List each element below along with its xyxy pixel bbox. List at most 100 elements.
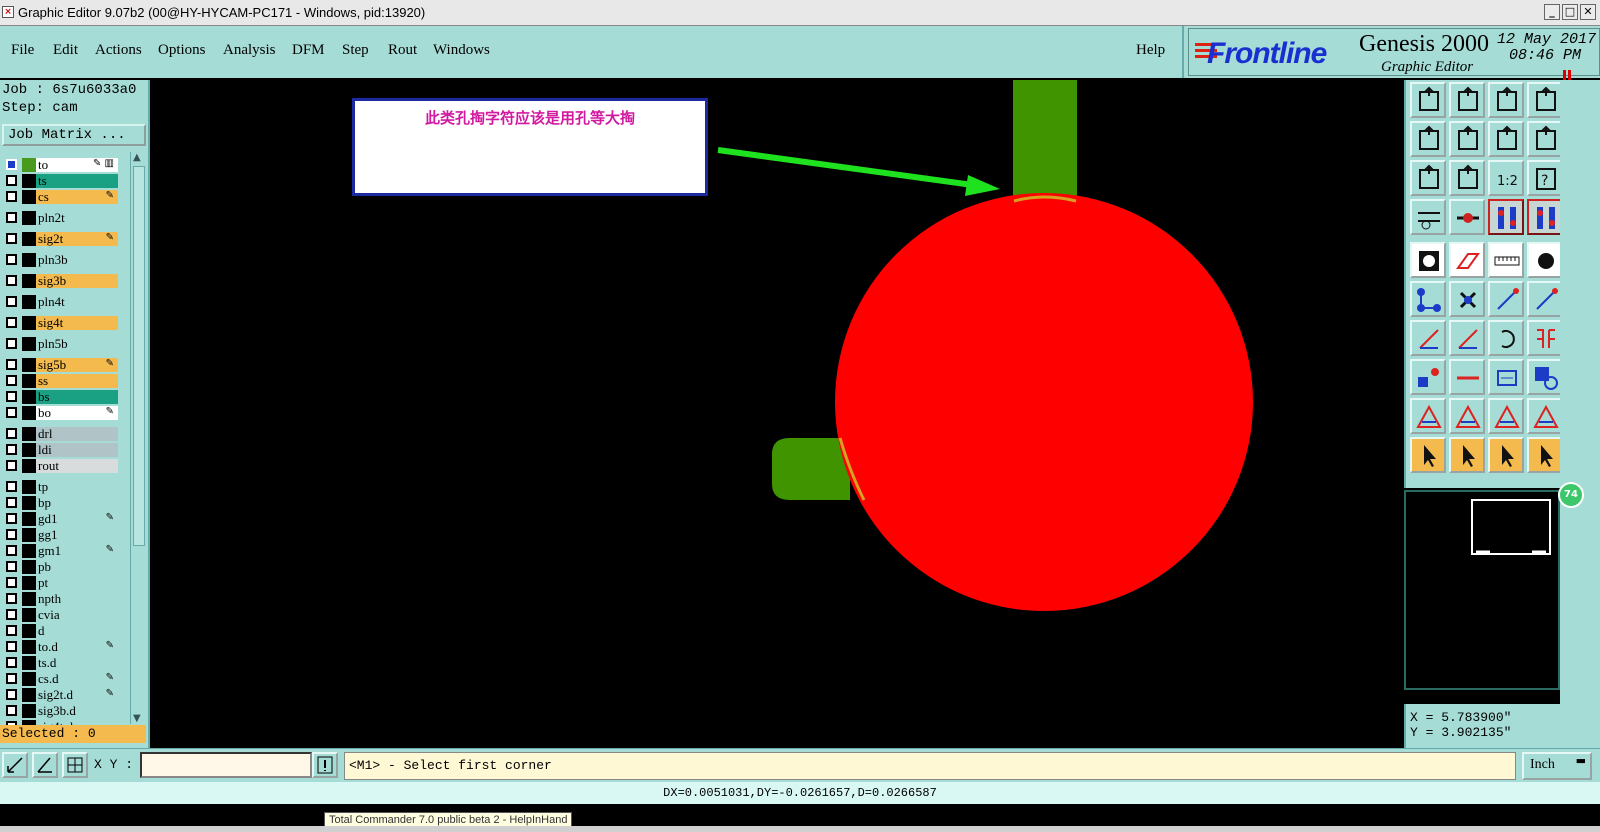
layer-color-swatch[interactable] — [22, 211, 36, 225]
layer-row[interactable]: rout — [2, 459, 120, 473]
layer-color-swatch[interactable] — [22, 512, 36, 526]
layer-name[interactable]: gm1 ✎ — [36, 544, 118, 558]
layer-color-swatch[interactable] — [22, 374, 36, 388]
layer-checkbox[interactable] — [6, 175, 17, 186]
layer-checkbox[interactable] — [6, 577, 17, 588]
zoom-fit-tool-button[interactable] — [1449, 160, 1485, 196]
layer-color-swatch[interactable] — [22, 253, 36, 267]
layer-name[interactable]: gg1 — [36, 528, 118, 542]
layer-name[interactable]: gd1 ✎ — [36, 512, 118, 526]
layer-row[interactable]: bs — [2, 390, 120, 404]
layer-checkbox[interactable] — [6, 191, 17, 202]
layer-checkbox[interactable] — [6, 481, 17, 492]
layer-name[interactable]: ldi — [36, 443, 118, 457]
layer-name[interactable]: cs ✎ — [36, 190, 118, 204]
pointer-2-tool-button[interactable] — [1449, 437, 1485, 473]
tri-4-tool-button[interactable] — [1527, 398, 1563, 434]
scroll-down-icon[interactable]: ▼ — [133, 713, 141, 724]
layer-color-swatch[interactable] — [22, 480, 36, 494]
layer-row[interactable]: bp — [2, 496, 120, 510]
unit-select[interactable]: Inch ▬ — [1522, 752, 1592, 780]
layer-name[interactable]: sig3b — [36, 274, 118, 288]
layer-row[interactable]: tp — [2, 480, 120, 494]
line-h-tool-button[interactable] — [1449, 359, 1485, 395]
menu-analysis[interactable]: Analysis — [223, 42, 276, 59]
layer-color-swatch[interactable] — [22, 390, 36, 404]
fit-tool-button[interactable] — [1410, 160, 1446, 196]
layer-checkbox[interactable] — [6, 673, 17, 684]
layer-checkbox[interactable] — [6, 407, 17, 418]
layer-row[interactable]: pln3b — [2, 253, 120, 267]
layer-row[interactable]: gd1 ✎ — [2, 512, 120, 526]
layer-row[interactable]: to ✎ ▥ — [2, 158, 120, 172]
menu-edit[interactable]: Edit — [53, 42, 78, 59]
layer-row[interactable]: sig4t — [2, 316, 120, 330]
layer-checkbox[interactable] — [6, 375, 17, 386]
zoom-in-tool-button[interactable] — [1449, 82, 1485, 118]
layer-color-swatch[interactable] — [22, 560, 36, 574]
close-button[interactable]: ✕ — [1580, 4, 1596, 20]
layer-row[interactable]: cvia — [2, 608, 120, 622]
layer-checkbox[interactable] — [6, 625, 17, 636]
layer-name[interactable]: sig2t ✎ — [36, 232, 118, 246]
pointer-tool-button[interactable] — [1410, 437, 1446, 473]
layer-name[interactable]: pln3b — [36, 253, 118, 267]
layer-compare-tool-button[interactable] — [1488, 199, 1524, 235]
xy-coordinate-input[interactable] — [140, 752, 312, 778]
layer-row[interactable]: sig3b.d — [2, 704, 120, 718]
menu-options[interactable]: Options — [158, 42, 206, 59]
layer-color-swatch[interactable] — [22, 672, 36, 686]
width-tool-button[interactable] — [1488, 359, 1524, 395]
layer-row[interactable]: pln4t — [2, 295, 120, 309]
group-tool-button[interactable] — [1527, 359, 1563, 395]
layer-row[interactable]: ldi — [2, 443, 120, 457]
mirror-tool-button[interactable] — [1527, 320, 1563, 356]
overview-minimap[interactable] — [1404, 490, 1560, 690]
pan-right-tool-button[interactable] — [1449, 121, 1485, 157]
pan-left-tool-button[interactable] — [1410, 121, 1446, 157]
layer-color-swatch[interactable] — [22, 656, 36, 670]
layer-name[interactable]: pln5b — [36, 337, 118, 351]
layer-checkbox[interactable] — [6, 444, 17, 455]
layer-row[interactable]: to.d ✎ — [2, 640, 120, 654]
layer-name[interactable]: cvia — [36, 608, 118, 622]
layer-row[interactable]: gg1 — [2, 528, 120, 542]
zoom-house-tool-button[interactable] — [1488, 82, 1524, 118]
layer-row[interactable]: sig2t.d ✎ — [2, 688, 120, 702]
minimize-button[interactable]: _ — [1544, 4, 1560, 20]
layer-name[interactable]: d — [36, 624, 118, 638]
layer-color-swatch[interactable] — [22, 316, 36, 330]
tri-3-tool-button[interactable] — [1488, 398, 1524, 434]
connect-tool-button[interactable] — [1410, 281, 1446, 317]
layer-name[interactable]: sig4t — [36, 316, 118, 330]
layer-color-swatch[interactable] — [22, 274, 36, 288]
layer-color-swatch[interactable] — [22, 704, 36, 718]
layer-checkbox[interactable] — [6, 609, 17, 620]
redraw-tool-button[interactable] — [1527, 121, 1563, 157]
layer-row[interactable]: sig2t ✎ — [2, 232, 120, 246]
graphic-canvas[interactable]: 此类孔掏字符应该是用孔等大掏 — [150, 80, 1404, 748]
layer-row[interactable]: pb — [2, 560, 120, 574]
layer-name[interactable]: ts.d — [36, 656, 118, 670]
layer-color-swatch[interactable] — [22, 576, 36, 590]
layer-name[interactable]: ss — [36, 374, 118, 388]
menu-actions[interactable]: Actions — [95, 42, 142, 59]
layer-color-swatch[interactable] — [22, 496, 36, 510]
pan-center-tool-button[interactable] — [1488, 121, 1524, 157]
layer-color-swatch[interactable] — [22, 158, 36, 172]
layer-row[interactable]: sig3b — [2, 274, 120, 288]
layer-row[interactable]: pln5b — [2, 337, 120, 351]
layer-name[interactable]: npth — [36, 592, 118, 606]
tri-1-tool-button[interactable] — [1410, 398, 1446, 434]
layer-row[interactable]: d — [2, 624, 120, 638]
layer-checkbox[interactable] — [6, 159, 17, 170]
scroll-thumb[interactable] — [133, 166, 145, 546]
layer-name[interactable]: bs — [36, 390, 118, 404]
layer-name[interactable]: sig2t.d ✎ — [36, 688, 118, 702]
help-tool-button[interactable]: ? — [1527, 160, 1563, 196]
layer-color-swatch[interactable] — [22, 232, 36, 246]
ruler-tool-button[interactable] — [1488, 242, 1524, 278]
layer-checkbox[interactable] — [6, 689, 17, 700]
layer-name[interactable]: cs.d ✎ — [36, 672, 118, 686]
layer-checkbox[interactable] — [6, 428, 17, 439]
